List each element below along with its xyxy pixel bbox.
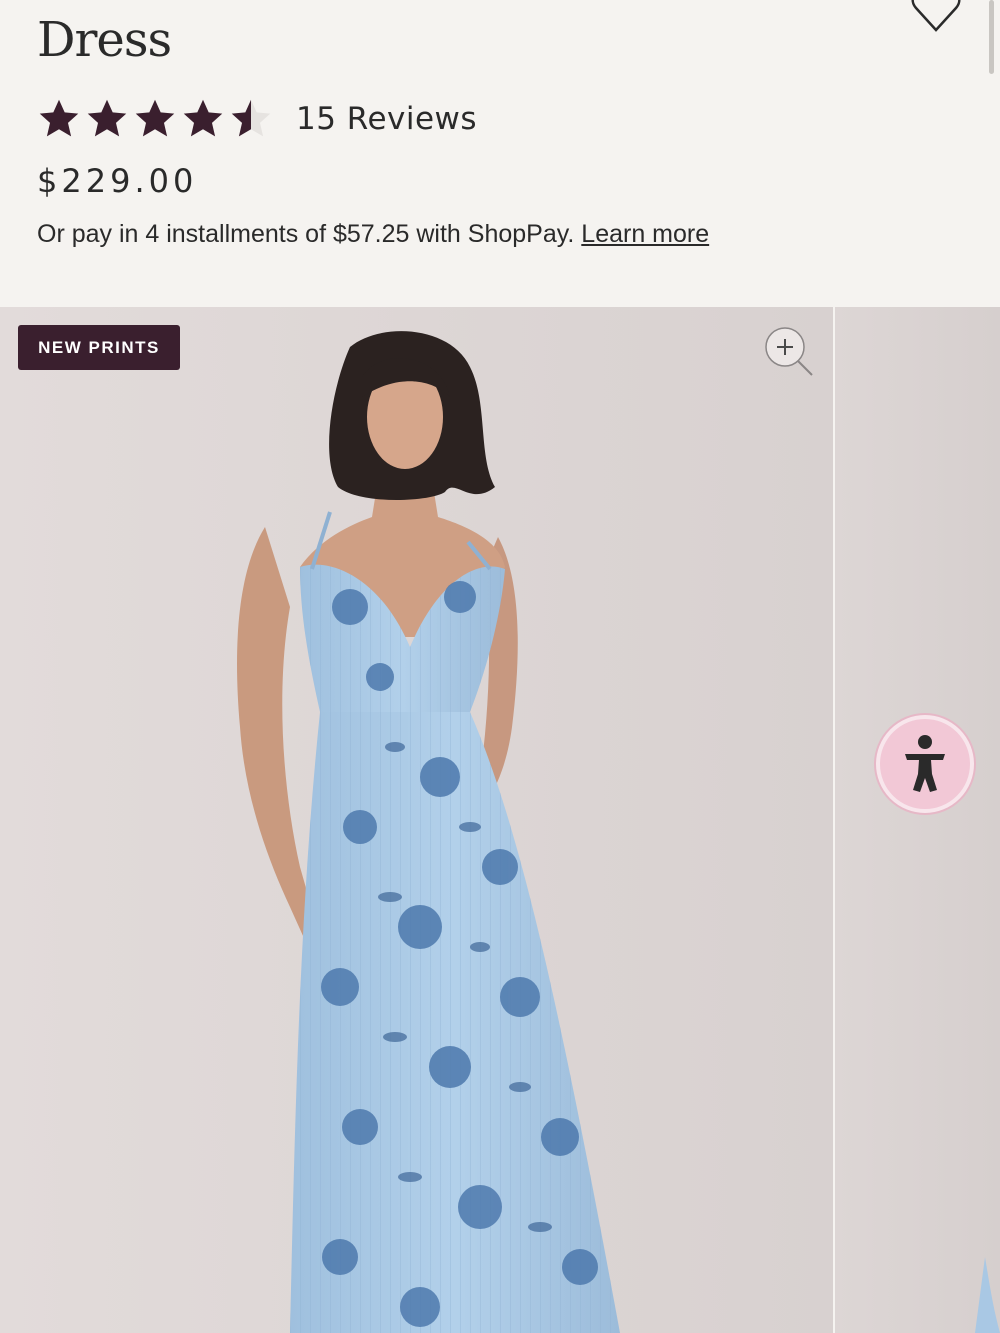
star-icon [135, 99, 175, 137]
star-icon [183, 99, 223, 137]
rating-row: 15 Reviews [36, 97, 477, 141]
scrollbar[interactable] [989, 0, 994, 74]
zoom-in-icon[interactable] [760, 325, 816, 381]
product-price: $229.00 [37, 162, 198, 200]
heart-icon[interactable] [906, 0, 966, 36]
star-rating [36, 97, 274, 141]
product-header: Dress 15 Reviews $229.00 Or pay in 4 ins… [0, 0, 1000, 307]
product-photo [237, 331, 620, 1333]
installments-info: Or pay in 4 installments of $57.25 with … [37, 220, 709, 249]
product-gallery[interactable]: NEW PRINTS [0, 307, 1000, 1333]
gallery-slide-next[interactable] [835, 307, 1000, 1333]
new-prints-badge: NEW PRINTS [18, 325, 180, 370]
accessibility-person-icon [905, 735, 945, 792]
star-icon [39, 99, 79, 137]
learn-more-link[interactable]: Learn more [581, 220, 709, 248]
half-star-icon [231, 99, 271, 137]
gallery-slide-main[interactable]: NEW PRINTS [0, 307, 833, 1333]
next-photo-preview [975, 1257, 1000, 1333]
product-title: Dress [37, 12, 172, 68]
reviews-link[interactable]: 15 Reviews [296, 101, 477, 137]
accessibility-button[interactable] [876, 715, 974, 813]
installments-text: Or pay in 4 installments of $57.25 with … [37, 220, 575, 248]
star-icon [87, 99, 127, 137]
